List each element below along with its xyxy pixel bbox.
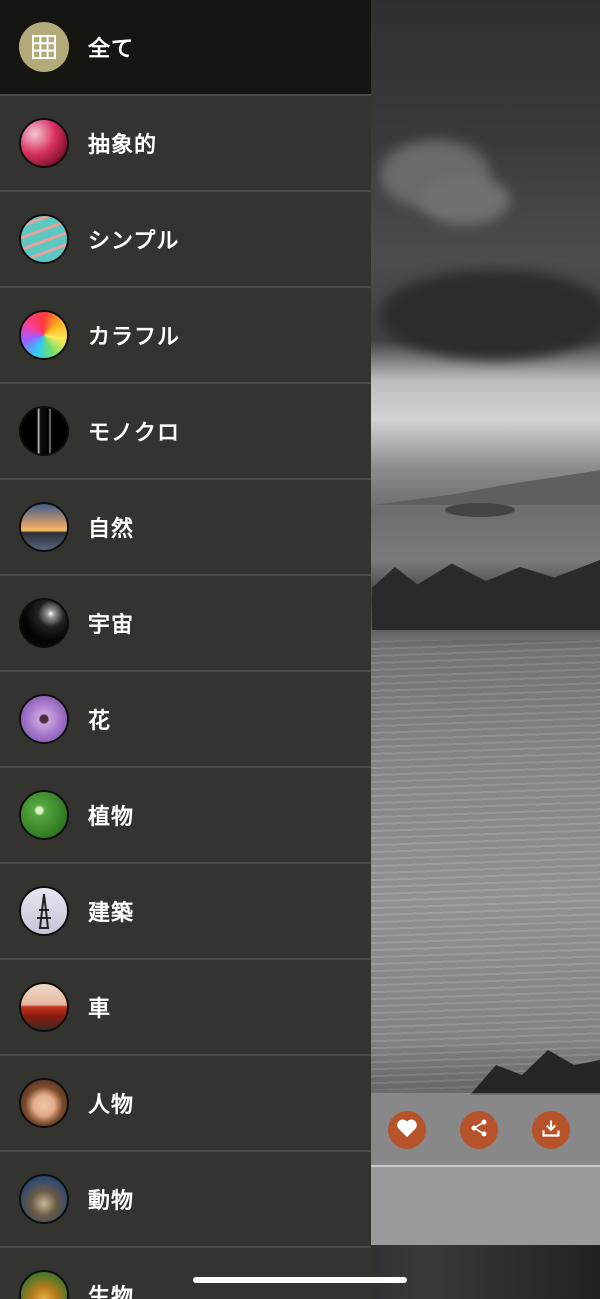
monochrome-thumb xyxy=(19,406,69,456)
favorite-button[interactable] xyxy=(388,1111,426,1149)
plant-thumb xyxy=(19,790,69,840)
flower-thumb xyxy=(19,694,69,744)
category-item-plant[interactable]: 植物 xyxy=(0,768,371,864)
category-label: 生物 xyxy=(88,1285,135,1299)
person-thumb xyxy=(19,1078,69,1128)
category-item-space[interactable]: 宇宙 xyxy=(0,576,371,672)
heart-icon xyxy=(396,1118,418,1142)
home-indicator[interactable] xyxy=(193,1277,407,1283)
category-label: カラフル xyxy=(88,325,181,350)
colorful-thumb xyxy=(19,310,69,360)
grid-icon xyxy=(19,22,69,72)
category-drawer: 全て 抽象的 シンプル カラフル モノクロ 自然 宇宙 花 植物 建築 車 人物… xyxy=(0,0,371,1299)
category-item-abstract[interactable]: 抽象的 xyxy=(0,96,371,192)
nature-thumb xyxy=(19,502,69,552)
download-button[interactable] xyxy=(532,1111,570,1149)
category-label: 建築 xyxy=(88,901,135,926)
category-item-simple[interactable]: シンプル xyxy=(0,192,371,288)
category-item-flower[interactable]: 花 xyxy=(0,672,371,768)
simple-thumb xyxy=(19,214,69,264)
category-label: 車 xyxy=(88,997,112,1022)
architecture-thumb xyxy=(19,886,69,936)
category-item-person[interactable]: 人物 xyxy=(0,1056,371,1152)
category-item-monochrome[interactable]: モノクロ xyxy=(0,384,371,480)
share-icon xyxy=(469,1118,489,1142)
animal-thumb xyxy=(19,1174,69,1224)
abstract-thumb xyxy=(19,118,69,168)
category-item-car[interactable]: 車 xyxy=(0,960,371,1056)
space-thumb xyxy=(19,598,69,648)
category-item-all[interactable]: 全て xyxy=(0,0,371,96)
download-icon xyxy=(541,1118,561,1142)
category-label: モノクロ xyxy=(88,421,181,446)
category-item-nature[interactable]: 自然 xyxy=(0,480,371,576)
car-thumb xyxy=(19,982,69,1032)
category-label: 抽象的 xyxy=(88,133,158,158)
category-item-architecture[interactable]: 建築 xyxy=(0,864,371,960)
creature-thumb xyxy=(19,1270,69,1299)
category-item-colorful[interactable]: カラフル xyxy=(0,288,371,384)
category-label: 自然 xyxy=(88,517,135,542)
category-label: 植物 xyxy=(88,805,135,830)
share-button[interactable] xyxy=(460,1111,498,1149)
category-item-creature[interactable]: 生物 xyxy=(0,1248,371,1299)
category-label: シンプル xyxy=(88,229,180,254)
category-label: 全て xyxy=(88,37,135,62)
category-label: 動物 xyxy=(88,1189,135,1214)
category-label: 人物 xyxy=(88,1093,135,1118)
category-item-animal[interactable]: 動物 xyxy=(0,1152,371,1248)
category-label: 宇宙 xyxy=(88,613,135,638)
category-label: 花 xyxy=(88,709,112,734)
